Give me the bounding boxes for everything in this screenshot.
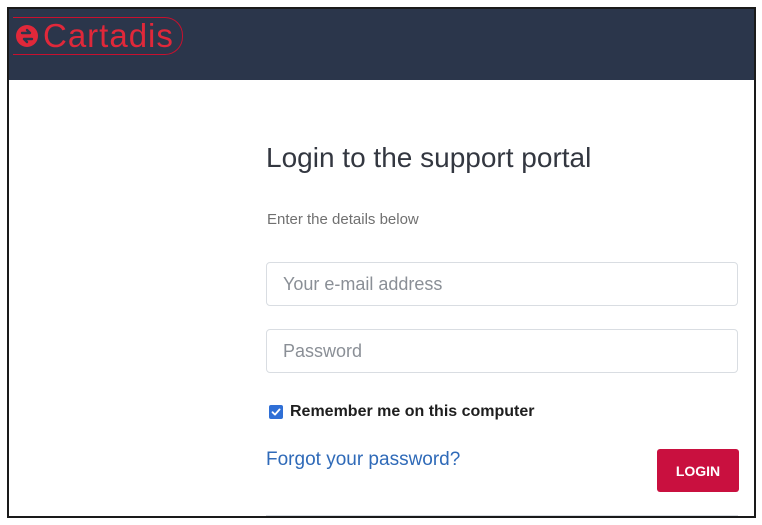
brand-name: Cartadis: [43, 17, 174, 54]
login-window: Cartadis Login to the support portal Ent…: [7, 7, 756, 518]
page-title: Login to the support portal: [266, 142, 592, 173]
page-subtitle: Enter the details below: [267, 211, 419, 228]
login-button[interactable]: LOGIN: [657, 449, 739, 492]
password-input[interactable]: [266, 329, 738, 373]
email-input[interactable]: [266, 262, 738, 306]
top-header: Cartadis: [9, 9, 754, 80]
divider: [266, 515, 738, 516]
forgot-password-link[interactable]: Forgot your password?: [266, 449, 460, 471]
cartadis-logo-icon: [15, 24, 39, 48]
cartadis-logo[interactable]: Cartadis: [13, 17, 183, 55]
checkmark-icon[interactable]: [269, 405, 283, 419]
remember-me-label: Remember me on this computer: [290, 403, 535, 420]
remember-me-checkbox[interactable]: Remember me on this computer: [269, 403, 535, 421]
